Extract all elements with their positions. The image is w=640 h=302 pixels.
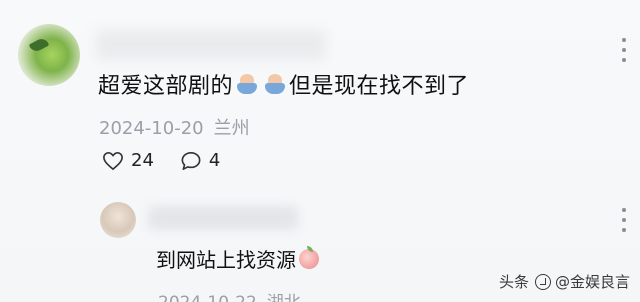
speech-bubble-icon — [181, 151, 201, 170]
comment-location: 兰州 — [213, 118, 250, 139]
comment-actions: 24 4 — [102, 150, 246, 171]
watermark-account: @金娱良言 — [554, 273, 630, 291]
heart-icon — [103, 151, 123, 170]
source-watermark: 头条 @金娱良言 — [499, 271, 630, 292]
comment-text-part2: 但是现在找不到了 — [289, 74, 470, 99]
comment-text: 超爱这部剧的 但是现在找不到了 — [98, 68, 469, 100]
comment-meta: 2024-10-20 兰州 — [99, 114, 250, 140]
crying-bowl-emoji — [236, 73, 258, 95]
comment-date: 2024-10-20 — [99, 118, 204, 139]
reply-meta: 2024-10-22 湖北 — [158, 288, 301, 302]
commenter-avatar[interactable] — [18, 24, 80, 86]
replier-avatar[interactable] — [100, 202, 136, 238]
watermark-check-icon — [534, 273, 551, 290]
like-count: 24 — [131, 150, 154, 171]
replier-name-blurred — [148, 206, 298, 230]
reply-count: 4 — [208, 150, 221, 171]
reply-date: 2024-10-22 — [158, 293, 257, 302]
comment-text-part1: 超爱这部剧的 — [98, 74, 234, 99]
watermark-brand: 头条 — [498, 273, 529, 291]
reply-text-content: 到网站上找资源 — [156, 248, 296, 272]
reply-location: 湖北 — [267, 293, 301, 302]
reply-text: 到网站上找资源 — [156, 244, 319, 273]
comment-thread: 超爱这部剧的 但是现在找不到了 2024-10-20 兰州 24 4 到网站上找资… — [0, 0, 640, 302]
commenter-name-blurred — [96, 30, 326, 60]
reply-button[interactable]: 4 — [180, 150, 220, 171]
more-options-icon[interactable] — [622, 38, 626, 62]
crying-bowl-emoji — [264, 73, 286, 95]
peach-emoji — [299, 245, 319, 269]
like-button[interactable]: 24 — [102, 150, 154, 171]
avatar-leaf-shape — [28, 36, 50, 54]
